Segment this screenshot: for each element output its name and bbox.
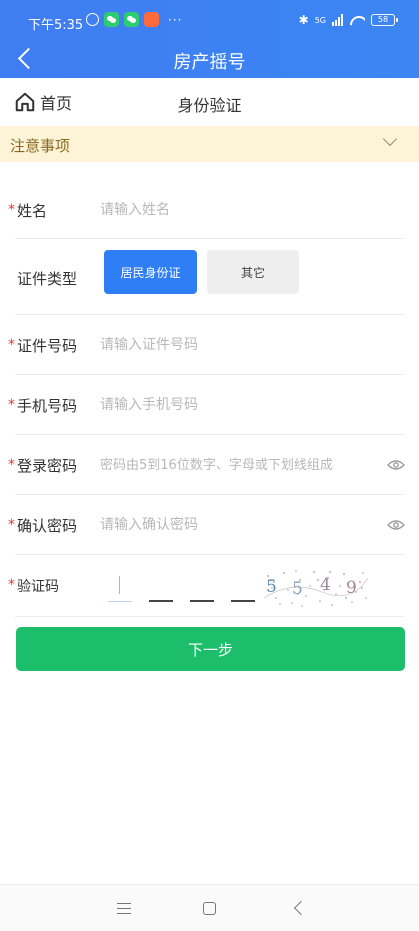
captcha-char: 5: [292, 579, 303, 599]
captcha-char: 5: [266, 577, 277, 597]
confirm-password-row: * 确认密码: [0, 495, 419, 555]
home-icon: [15, 92, 35, 112]
phone-row: * 手机号码: [0, 375, 419, 435]
wifi-icon: [349, 14, 365, 26]
home-link[interactable]: 首页: [14, 90, 72, 114]
nav-row: 首页 身份验证: [0, 78, 419, 126]
menu-icon[interactable]: [117, 903, 131, 915]
home-label: 首页: [40, 94, 73, 113]
text-cursor: [119, 576, 120, 594]
required-mark: *: [8, 337, 15, 353]
captcha-digit-underline: [108, 601, 132, 602]
password-row: * 登录密码: [0, 435, 419, 495]
phone-input[interactable]: [100, 394, 390, 416]
notice-label: 注意事项: [10, 137, 71, 155]
bluetooth-icon: ✱: [298, 13, 309, 27]
required-mark: *: [8, 202, 15, 218]
password-label: 登录密码: [17, 457, 78, 475]
page: 下午5:35 ··· ✱ 5G 58 房产摇号 首页 身份验证 注意事项 * 姓…: [0, 0, 419, 931]
captcha-digit-underline: [231, 600, 255, 602]
notice-toggle[interactable]: 注意事项: [0, 126, 419, 162]
back-arrow-icon[interactable]: [293, 900, 309, 916]
status-time: 下午5:35: [28, 18, 84, 33]
captcha-digit-underline: [190, 600, 214, 602]
phone-label: 手机号码: [17, 397, 78, 415]
captcha-char: 4: [320, 575, 331, 595]
id-number-input[interactable]: [100, 334, 390, 356]
status-notification-icons: ···: [86, 12, 182, 27]
id-number-label: 证件号码: [17, 337, 78, 355]
id-type-option-other[interactable]: 其它: [207, 250, 299, 294]
captcha-digit-input[interactable]: [190, 590, 214, 602]
home-square-icon[interactable]: [203, 902, 216, 915]
captcha-image[interactable]: 5549: [262, 568, 370, 608]
wechat-icon: [124, 12, 139, 27]
captcha-digit-input[interactable]: [108, 576, 132, 602]
id-type-label: 证件类型: [17, 270, 78, 288]
alarm-icon: [86, 13, 99, 26]
divider: [15, 616, 404, 617]
battery-icon: 58: [371, 14, 398, 26]
system-nav-bar: [0, 884, 419, 931]
name-input[interactable]: [100, 199, 390, 221]
confirm-password-input[interactable]: [100, 514, 372, 536]
more-notifications-icon: ···: [168, 12, 183, 27]
required-mark: *: [8, 577, 15, 593]
signal-icon: [332, 14, 343, 26]
id-number-row: * 证件号码: [0, 315, 419, 375]
top-bar: 下午5:35 ··· ✱ 5G 58 房产摇号: [0, 0, 419, 78]
page-title: 房产摇号: [173, 52, 246, 73]
chevron-down-icon: [382, 131, 398, 147]
captcha-char: 9: [346, 578, 357, 598]
captcha-label: 验证码: [17, 579, 59, 595]
eye-icon[interactable]: [387, 459, 405, 471]
required-mark: *: [8, 517, 15, 533]
password-input[interactable]: [100, 454, 372, 476]
network-type: 5G: [314, 15, 326, 25]
captcha-digit-input[interactable]: [231, 590, 255, 602]
confirm-password-label: 确认密码: [17, 517, 78, 535]
captcha-digit-input[interactable]: [149, 590, 173, 602]
required-mark: *: [8, 397, 15, 413]
name-row: * 姓名: [0, 182, 419, 239]
status-bar: 下午5:35 ··· ✱ 5G 58: [0, 0, 419, 40]
id-type-option-resident-id[interactable]: 居民身份证: [104, 250, 197, 294]
next-button[interactable]: 下一步: [16, 627, 405, 671]
captcha-digit-underline: [149, 600, 173, 602]
taobao-icon: [144, 12, 159, 27]
wechat-icon: [104, 12, 119, 27]
name-label: 姓名: [17, 202, 48, 220]
status-system-icons: ✱ 5G 58: [298, 13, 398, 27]
required-mark: *: [8, 457, 15, 473]
eye-icon[interactable]: [387, 519, 405, 531]
